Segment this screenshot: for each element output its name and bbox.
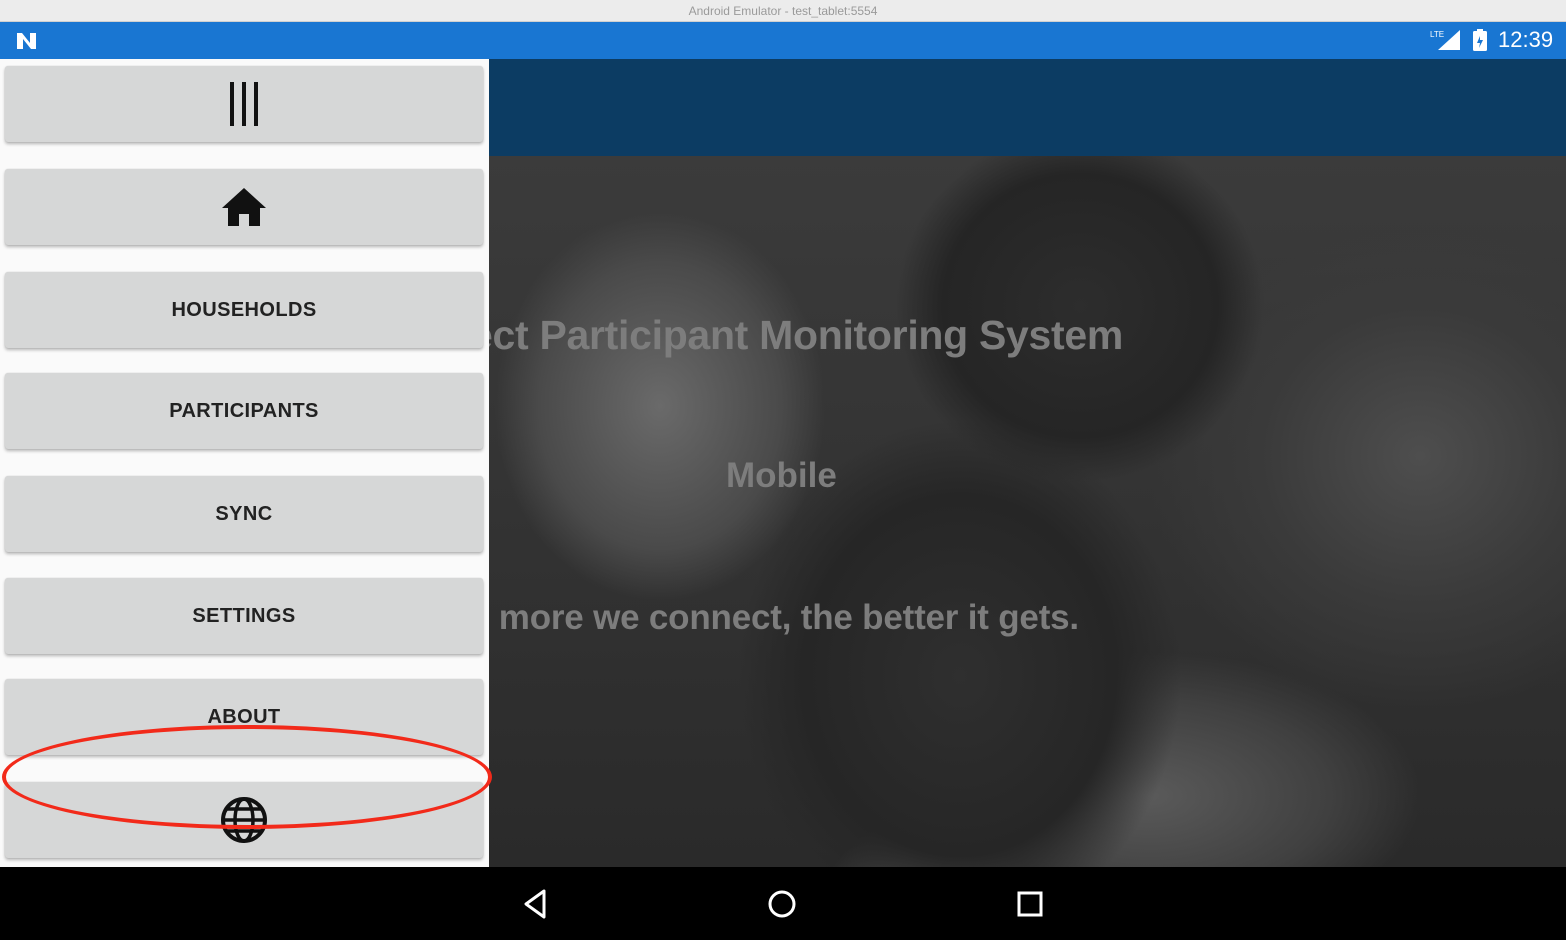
households-label: HOUSEHOLDS xyxy=(171,298,317,321)
home-circle-icon[interactable] xyxy=(765,887,799,921)
bars-icon xyxy=(230,82,258,126)
highlight-annotation xyxy=(2,725,492,829)
hero-tagline: e more we connect, the better it gets. xyxy=(470,598,1079,637)
home-button[interactable] xyxy=(5,169,483,245)
recents-icon[interactable] xyxy=(1013,887,1047,921)
households-button[interactable]: HOUSEHOLDS xyxy=(5,272,483,348)
home-icon xyxy=(222,188,266,226)
menu-toggle-button[interactable] xyxy=(5,66,483,142)
battery-icon xyxy=(1473,29,1487,51)
android-status-bar: LTE 12:39 xyxy=(0,22,1566,59)
back-icon[interactable] xyxy=(518,887,552,921)
app-window: ect Participant Monitoring System Mobile… xyxy=(0,59,1566,867)
android-navigation-bar xyxy=(0,867,1566,940)
hero-subtitle: Mobile xyxy=(726,456,837,495)
emulator-title-bar: Android Emulator - test_tablet:5554 xyxy=(0,0,1566,22)
sync-label: SYNC xyxy=(215,502,273,525)
settings-label: SETTINGS xyxy=(192,604,296,627)
sync-button[interactable]: SYNC xyxy=(5,476,483,552)
status-time: 12:39 xyxy=(1498,27,1554,52)
hero-title: ect Participant Monitoring System xyxy=(470,312,1124,358)
svg-text:LTE: LTE xyxy=(1430,30,1444,39)
participants-label: PARTICIPANTS xyxy=(169,399,319,422)
settings-button[interactable]: SETTINGS xyxy=(5,578,483,654)
window-title: Android Emulator - test_tablet:5554 xyxy=(688,4,878,18)
lte-signal-icon: LTE xyxy=(1430,30,1460,50)
n-logo-icon xyxy=(17,33,36,49)
participants-button[interactable]: PARTICIPANTS xyxy=(5,373,483,449)
